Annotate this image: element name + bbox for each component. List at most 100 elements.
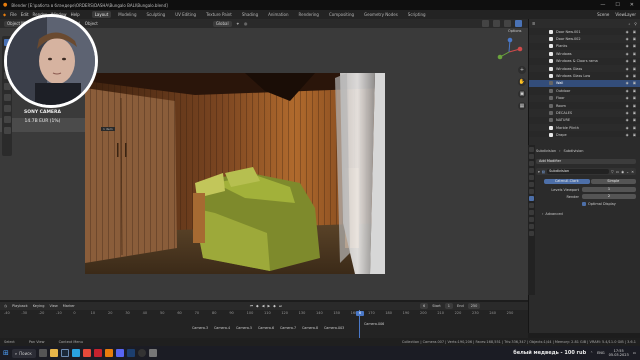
render-camera-icon[interactable]: ▣: [633, 81, 636, 85]
play-reverse-icon[interactable]: ◀: [262, 304, 265, 308]
outliner-row[interactable]: Windows Glass Low ◉ ▣: [529, 72, 640, 79]
timeline-marker[interactable]: Camera.006: [364, 322, 384, 326]
menu-edit[interactable]: Edit: [21, 12, 29, 17]
add-modifier-button[interactable]: Add Modifier: [536, 159, 636, 164]
render-camera-icon[interactable]: ▣: [633, 37, 636, 41]
workspace-tab-geometry-nodes[interactable]: Geometry Nodes: [361, 11, 401, 18]
modifier-name-field[interactable]: Subdivision: [547, 169, 610, 174]
render-camera-icon[interactable]: ▣: [633, 67, 636, 71]
navigation-gizmo[interactable]: [494, 37, 524, 67]
outliner-row[interactable]: Door New.001 ◉ ▣: [529, 28, 640, 35]
visibility-eye-icon[interactable]: ◉: [626, 30, 629, 34]
particles-tab-icon[interactable]: [529, 203, 534, 208]
snap-icon[interactable]: ⌖: [237, 21, 239, 26]
outliner-row[interactable]: Marble Plinth ◉ ▣: [529, 124, 640, 132]
output-properties-tab-icon[interactable]: [529, 161, 534, 166]
workspace-tab-layout[interactable]: Layout: [91, 11, 112, 18]
visibility-eye-icon[interactable]: ◉: [626, 96, 629, 100]
photoshop-icon[interactable]: [126, 349, 135, 357]
play-icon[interactable]: ▶: [267, 304, 270, 308]
workspace-tab-compositing[interactable]: Compositing: [326, 11, 357, 18]
outliner-editor-icon[interactable]: ☰: [532, 22, 535, 26]
timeline-marker[interactable]: Camera.7: [280, 326, 296, 330]
tray-arrow-icon[interactable]: ⌃: [590, 351, 593, 355]
outliner-row[interactable]: Wall ◉ ▣: [529, 79, 640, 88]
outliner-row[interactable]: Room ◉ ▣: [529, 102, 640, 109]
wireframe-shading-icon[interactable]: [482, 20, 489, 27]
workspace-tab-rendering[interactable]: Rendering: [296, 11, 322, 18]
render-camera-icon[interactable]: ▣: [633, 89, 636, 93]
transform-tool-icon[interactable]: [3, 94, 11, 101]
edit-mode-toggle-icon[interactable]: ▽: [611, 170, 614, 174]
menu-help[interactable]: Help: [71, 12, 80, 17]
close-button[interactable]: ✕: [630, 2, 634, 8]
outliner-row[interactable]: DECALES ◉ ▣: [529, 109, 640, 117]
timeline-marker[interactable]: Camera.6: [258, 326, 274, 330]
render-camera-icon[interactable]: ▣: [633, 52, 636, 56]
chrome-icon[interactable]: [82, 349, 91, 357]
clock-date[interactable]: 05.03.2023: [609, 353, 629, 357]
opera-icon[interactable]: [93, 349, 102, 357]
discord-icon[interactable]: [115, 349, 124, 357]
keying-menu[interactable]: Keying: [33, 304, 45, 308]
workspace-tab-animation[interactable]: Animation: [265, 11, 291, 18]
menu-file[interactable]: File: [10, 12, 17, 17]
workspace-tab-uv-editing[interactable]: UV Editing: [172, 11, 199, 18]
render-toggle-icon[interactable]: ◉: [621, 170, 624, 174]
render-camera-icon[interactable]: ▣: [633, 44, 636, 48]
render-camera-icon[interactable]: ▣: [633, 118, 636, 122]
render-camera-icon[interactable]: ▣: [633, 111, 636, 115]
render-camera-icon[interactable]: ▣: [633, 104, 636, 108]
language-indicator[interactable]: ENG: [597, 351, 605, 355]
blender-taskbar-icon[interactable]: [104, 349, 113, 357]
data-tab-icon[interactable]: [529, 224, 534, 229]
camera-view-icon[interactable]: ▣: [518, 90, 526, 98]
outliner-row[interactable]: Windows Glass ◉ ▣: [529, 64, 640, 73]
render-camera-icon[interactable]: ▣: [633, 96, 636, 100]
render-levels-field[interactable]: 2: [582, 194, 636, 199]
workspace-tab-shading[interactable]: Shading: [239, 11, 261, 18]
timeline-editor-icon[interactable]: ◷: [4, 304, 7, 308]
timeline-marker[interactable]: Camera.4: [214, 326, 230, 330]
obs-icon[interactable]: [137, 349, 146, 357]
end-frame-field[interactable]: 250: [467, 303, 481, 309]
next-keyframe-icon[interactable]: ◆: [273, 304, 276, 308]
visibility-eye-icon[interactable]: ◉: [626, 81, 629, 85]
modifier-menu-icon[interactable]: ⌄: [626, 170, 629, 174]
outliner-search-icon[interactable]: ⌕: [628, 22, 630, 26]
levels-viewport-field[interactable]: 1: [582, 187, 636, 192]
outliner-row[interactable]: Outdoor ◉ ▣: [529, 87, 640, 94]
expand-chevron-icon[interactable]: ▾: [538, 170, 540, 174]
add-cube-tool-icon[interactable]: [3, 127, 11, 134]
material-shading-icon[interactable]: [504, 20, 511, 27]
advanced-chevron-icon[interactable]: ›: [542, 212, 543, 216]
solid-shading-icon[interactable]: [493, 20, 500, 27]
windows-start-icon[interactable]: ⊞: [3, 349, 9, 357]
workspace-tab-sculpting[interactable]: Sculpting: [144, 11, 169, 18]
timeline-marker[interactable]: Camera.8: [302, 326, 318, 330]
measure-tool-icon[interactable]: [3, 116, 11, 123]
render-camera-icon[interactable]: ▣: [633, 30, 636, 34]
visibility-eye-icon[interactable]: ◉: [626, 37, 629, 41]
steam-icon[interactable]: [60, 349, 69, 357]
object-tab-icon[interactable]: [529, 189, 534, 194]
start-frame-field[interactable]: 1: [444, 303, 454, 309]
zoom-icon[interactable]: +: [518, 66, 526, 74]
timeline-marker[interactable]: Camera.5: [236, 326, 252, 330]
blender-menu-icon[interactable]: ◆: [3, 12, 6, 17]
render-camera-icon[interactable]: ▣: [633, 74, 636, 78]
app-icon[interactable]: [148, 349, 157, 357]
task-view-icon[interactable]: [38, 349, 47, 357]
simple-tab[interactable]: Simple: [590, 179, 636, 184]
visibility-eye-icon[interactable]: ◉: [626, 118, 629, 122]
visibility-eye-icon[interactable]: ◉: [626, 126, 629, 130]
tool-properties-tab-icon[interactable]: [529, 147, 534, 152]
menu-object[interactable]: Object: [85, 21, 98, 26]
visibility-eye-icon[interactable]: ◉: [626, 44, 629, 48]
material-tab-icon[interactable]: [529, 231, 534, 236]
notifications-icon[interactable]: ▭: [633, 351, 636, 355]
timeline-view-menu[interactable]: View: [49, 304, 57, 308]
playback-menu[interactable]: Playback: [12, 304, 28, 308]
render-camera-icon[interactable]: ▣: [633, 126, 636, 130]
outliner-row[interactable]: Planks ◉ ▣: [529, 43, 640, 50]
